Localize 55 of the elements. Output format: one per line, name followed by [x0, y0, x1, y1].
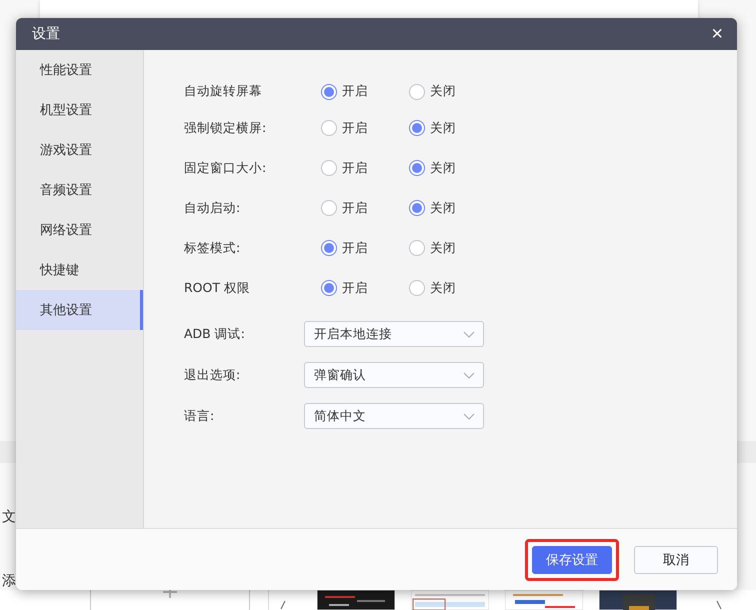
radio-label[interactable]: 开启 — [342, 240, 368, 256]
radio-label[interactable]: 开启 — [342, 200, 368, 216]
radio-label[interactable]: 关闭 — [430, 200, 456, 216]
radio-button[interactable] — [321, 160, 337, 176]
background-text: 文 — [1, 508, 17, 526]
save-button[interactable]: 保存设置 — [532, 546, 612, 574]
setting-label: 标签模式: — [184, 240, 242, 256]
chevron-left-icon[interactable] — [279, 600, 287, 610]
chevron-down-icon — [463, 330, 475, 338]
radio-button[interactable] — [409, 120, 425, 136]
setting-label: ROOT 权限 — [184, 280, 251, 296]
radio-button[interactable] — [321, 280, 337, 296]
radio-button[interactable] — [321, 240, 337, 256]
radio-label[interactable]: 开启 — [342, 160, 368, 176]
close-button[interactable]: × — [709, 24, 725, 44]
sidebar-item[interactable]: 机型设置 — [16, 90, 143, 130]
setting-label: 退出选项: — [184, 366, 242, 384]
plus-icon — [163, 590, 177, 598]
chevron-down-icon — [463, 412, 475, 420]
chevron-right-icon[interactable] — [715, 600, 723, 610]
sidebar-item[interactable]: 性能设置 — [16, 50, 143, 90]
radio-label[interactable]: 关闭 — [430, 160, 456, 176]
radio-label[interactable]: 开启 — [342, 120, 368, 136]
radio-label[interactable]: 关闭 — [430, 83, 456, 100]
radio-button[interactable] — [409, 160, 425, 176]
setting-label: ADB 调试: — [184, 326, 246, 342]
setting-label: 自动启动: — [184, 200, 242, 216]
sidebar-item[interactable]: 快捷键 — [16, 250, 143, 290]
setting-label: 语言: — [184, 408, 216, 424]
sidebar-item[interactable]: 游戏设置 — [16, 130, 143, 170]
radio-label[interactable]: 关闭 — [430, 240, 456, 256]
radio-button[interactable] — [321, 84, 337, 100]
radio-label[interactable]: 开启 — [342, 83, 368, 100]
radio-label[interactable]: 开启 — [342, 280, 368, 296]
setting-label: 固定窗口大小: — [184, 160, 268, 176]
radio-button[interactable] — [321, 200, 337, 216]
sidebar-item[interactable]: 其他设置 — [16, 290, 143, 330]
sidebar-item[interactable]: 网络设置 — [16, 210, 143, 250]
radio-button[interactable] — [409, 200, 425, 216]
dropdown[interactable]: 弹窗确认 — [304, 362, 484, 388]
radio-label[interactable]: 关闭 — [430, 120, 456, 136]
radio-label[interactable]: 关闭 — [430, 280, 456, 296]
radio-button[interactable] — [321, 120, 337, 136]
cancel-button[interactable]: 取消 — [634, 546, 718, 574]
radio-button[interactable] — [409, 280, 425, 296]
radio-button[interactable] — [409, 84, 425, 100]
background-text: 添 — [1, 572, 17, 590]
sidebar-item[interactable]: 音频设置 — [16, 170, 143, 210]
dropdown[interactable]: 简体中文 — [304, 403, 484, 429]
setting-label: 自动旋转屏幕 — [184, 83, 263, 100]
radio-button[interactable] — [409, 240, 425, 256]
setting-label: 强制锁定横屏: — [184, 120, 268, 136]
chevron-down-icon — [463, 372, 475, 378]
dropdown[interactable]: 开启本地连接 — [304, 321, 484, 347]
dialog-title: 设置 — [32, 25, 60, 43]
